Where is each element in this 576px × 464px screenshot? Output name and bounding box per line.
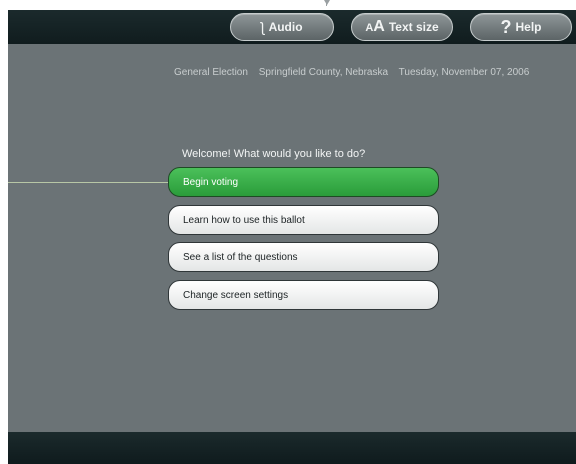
text-size-label: Text size — [388, 20, 439, 34]
election-location: Springfield County, Nebraska — [258, 67, 389, 78]
election-header: General Election Springfield County, Neb… — [174, 67, 537, 78]
learn-ballot-label: Learn how to use this ballot — [183, 214, 305, 226]
ear-icon: ʃ — [261, 19, 265, 35]
focus-guide-line — [8, 182, 168, 183]
begin-voting-label: Begin voting — [183, 176, 239, 188]
pointer-arrow-icon — [324, 0, 330, 5]
help-label: Help — [515, 20, 542, 34]
question-mark-icon: ? — [500, 17, 512, 37]
election-date: Tuesday, November 07, 2006 — [398, 67, 530, 78]
bottom-bar — [8, 432, 576, 464]
audio-label: Audio — [268, 20, 303, 34]
text-size-button[interactable]: AA Text size — [351, 13, 453, 41]
audio-button[interactable]: ʃ Audio — [230, 13, 334, 41]
learn-ballot-button[interactable]: Learn how to use this ballot — [168, 205, 439, 235]
screen-settings-label: Change screen settings — [183, 289, 289, 301]
top-toolbar: ʃ Audio AA Text size ? Help — [8, 10, 576, 44]
screen-settings-button[interactable]: Change screen settings — [168, 280, 439, 310]
begin-voting-button[interactable]: Begin voting — [168, 167, 439, 197]
election-name: General Election — [174, 67, 248, 78]
question-list-button[interactable]: See a list of the questions — [168, 242, 439, 272]
question-list-label: See a list of the questions — [183, 251, 298, 263]
text-size-icon: AA — [365, 18, 385, 35]
help-button[interactable]: ? Help — [470, 13, 572, 41]
ballot-screen: ʃ Audio AA Text size ? Help General Elec… — [8, 10, 576, 464]
welcome-prompt: Welcome! What would you like to do? — [182, 148, 366, 160]
